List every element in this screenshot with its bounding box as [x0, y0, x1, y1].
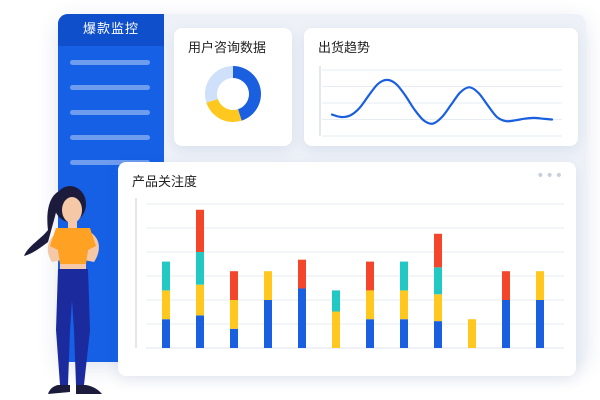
shipment-trend-card: 出货趋势: [304, 28, 578, 146]
bar-segment-7-2: [366, 290, 374, 320]
bar-segment-7-1: [366, 319, 374, 348]
product-attention-card: 产品关注度 •••: [118, 162, 576, 376]
bar-segment-3-1: [230, 328, 238, 348]
bar-segment-12-2: [536, 271, 544, 300]
consult-donut-chart: [205, 66, 262, 122]
bar-segment-1-3: [162, 261, 170, 291]
bar-segment-1-2: [162, 290, 170, 320]
sidebar-title: 爆款监控: [58, 14, 164, 46]
bar-segment-5-1: [298, 288, 306, 348]
attention-bar-chart: [135, 198, 564, 349]
bar-segment-9-3: [434, 267, 442, 295]
bar-segment-12-1: [536, 300, 544, 348]
bar-segment-11-4: [502, 271, 510, 300]
bar-segment-2-1: [196, 315, 204, 348]
bar-segment-9-2: [434, 294, 442, 322]
sidebar-item-1[interactable]: [70, 60, 150, 65]
bar-segment-2-3: [196, 252, 204, 285]
sidebar-item-2[interactable]: [70, 85, 150, 90]
sidebar-item-4[interactable]: [70, 135, 150, 140]
donut-slice-2: [206, 98, 242, 122]
bar-segment-5-4: [298, 259, 306, 289]
bar-segment-1-1: [162, 319, 170, 348]
shipment-line-chart: [319, 66, 562, 137]
bar-segment-6-3: [332, 290, 340, 312]
bar-segment-2-2: [196, 284, 204, 316]
bar-segment-11-1: [502, 300, 510, 348]
bar-segment-4-2: [264, 271, 272, 300]
sidebar-item-3[interactable]: [70, 110, 150, 115]
bar-segment-8-1: [400, 319, 408, 348]
bar-segment-9-1: [434, 321, 442, 348]
bar-segment-3-2: [230, 300, 238, 329]
bar-segment-3-4: [230, 271, 238, 300]
bar-segment-8-3: [400, 261, 408, 291]
bar-segment-8-2: [400, 290, 408, 320]
bar-segment-6-2: [332, 311, 340, 348]
bar-segment-9-4: [434, 233, 442, 268]
woman-illustration: [24, 186, 102, 394]
bar-segment-7-4: [366, 261, 374, 291]
bar-segment-10-2: [468, 319, 476, 348]
bar-segment-4-1: [264, 300, 272, 348]
donut-slice-3: [205, 66, 233, 103]
consult-data-card: 用户咨询数据: [174, 28, 292, 146]
bar-segment-2-4: [196, 209, 204, 252]
